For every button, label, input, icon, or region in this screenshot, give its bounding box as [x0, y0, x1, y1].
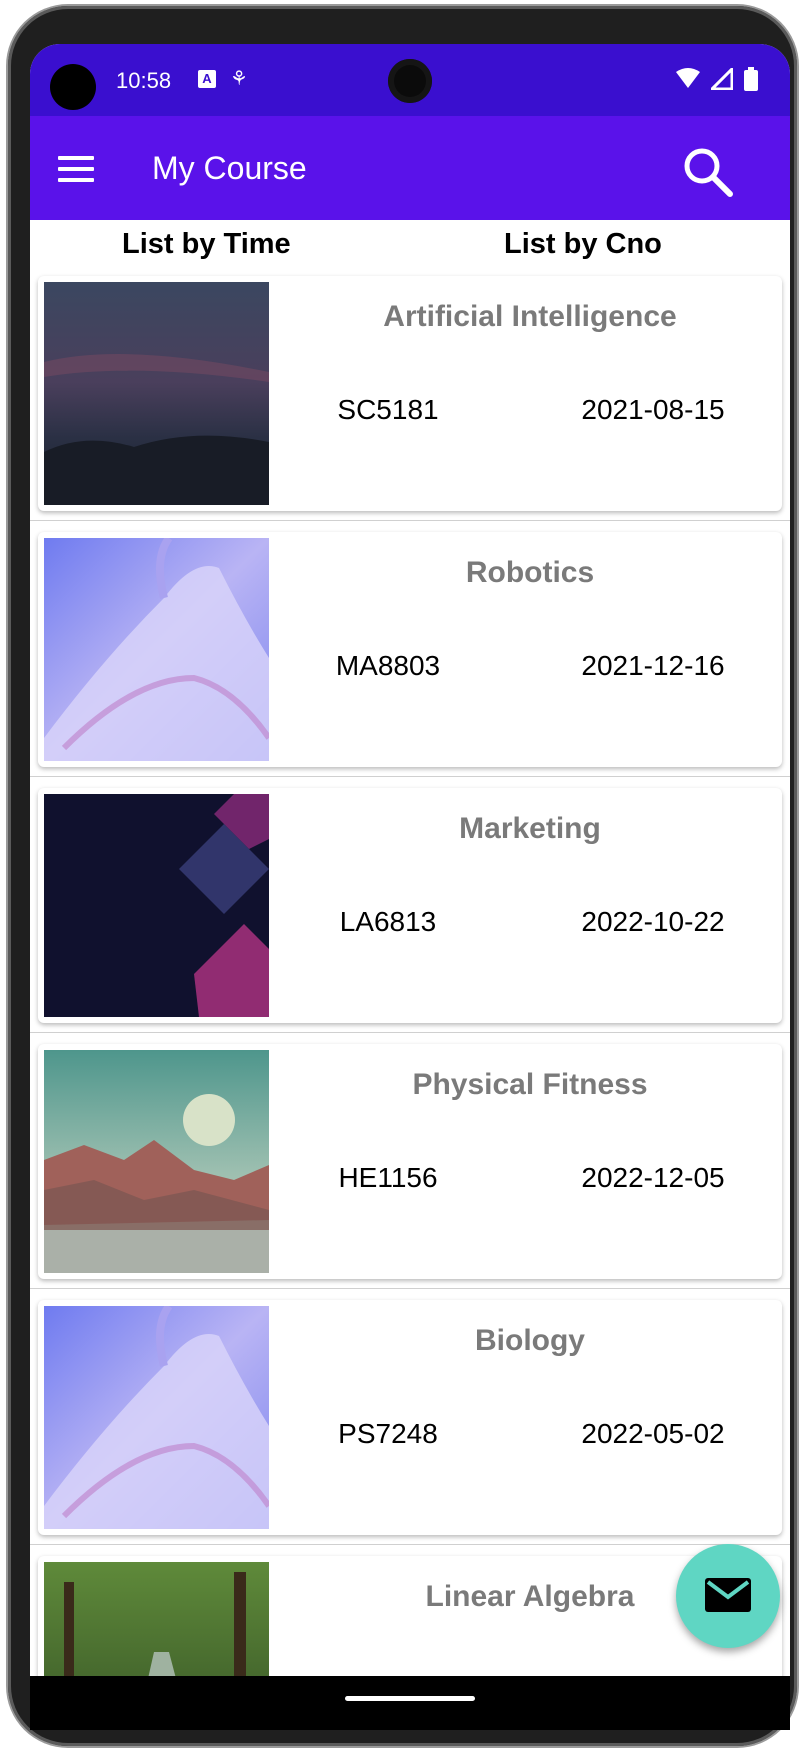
course-thumbnail [44, 538, 269, 761]
divider [30, 1032, 790, 1033]
course-date: 2022-12-05 [581, 1162, 725, 1193]
course-name: Marketing [459, 812, 601, 845]
divider [30, 1544, 790, 1545]
course-date: 2022-10-22 [581, 906, 725, 937]
course-number: SC5181 [337, 394, 439, 425]
notification-a-icon: A [198, 70, 216, 88]
course-date: 2022-05-02 [581, 1418, 725, 1449]
tab-list-by-time[interactable]: List by Time [122, 228, 291, 261]
status-right-icons [675, 64, 758, 92]
course-number: HE1156 [338, 1162, 438, 1193]
course-thumbnail [44, 282, 269, 505]
divider [30, 520, 790, 521]
home-gesture-bar[interactable] [345, 1696, 475, 1701]
mail-icon [705, 1578, 751, 1612]
course-number: PS7248 [338, 1418, 438, 1449]
course-date: 2021-08-15 [581, 394, 725, 425]
course-card[interactable]: Linear Algebra [38, 1556, 782, 1676]
course-number: MA8803 [335, 650, 441, 681]
course-thumbnail [44, 1050, 269, 1273]
course-number: LA6813 [339, 906, 437, 937]
search-icon[interactable] [680, 144, 736, 200]
course-card[interactable]: Marketing LA6813 2022-10-22 [38, 788, 782, 1023]
punch-hole-camera-icon [388, 59, 432, 103]
screen: 10:58 A ⚘ My Course List by Time List by… [30, 44, 790, 1676]
course-card[interactable]: Physical Fitness HE1156 2022-12-05 [38, 1044, 782, 1279]
course-name: Robotics [465, 556, 595, 589]
navigation-bar [30, 1676, 790, 1730]
battery-icon [744, 66, 758, 91]
course-card[interactable]: Robotics MA8803 2021-12-16 [38, 532, 782, 767]
compose-mail-button[interactable] [676, 1544, 780, 1648]
divider [30, 776, 790, 777]
course-thumbnail [44, 1306, 269, 1529]
app-bar: My Course [30, 116, 790, 220]
course-name: Biology [475, 1324, 585, 1357]
hamburger-menu-icon[interactable] [58, 156, 94, 182]
list-tabs: List by Time List by Cno [30, 220, 790, 274]
signal-icon [708, 65, 734, 91]
course-thumbnail [44, 1562, 269, 1676]
accessibility-icon: ⚘ [230, 68, 248, 90]
tab-list-by-cno[interactable]: List by Cno [504, 228, 662, 261]
course-name: Physical Fitness [412, 1068, 648, 1101]
course-thumbnail [44, 794, 269, 1017]
status-time: 10:58 [116, 68, 172, 93]
course-card[interactable]: Biology PS7248 2022-05-02 [38, 1300, 782, 1535]
course-card[interactable]: Artificial Intelligence SC5181 2021-08-1… [38, 276, 782, 511]
course-date: 2021-12-16 [581, 650, 725, 681]
divider [30, 1288, 790, 1289]
page-title: My Course [152, 150, 307, 186]
course-name: Artificial Intelligence [383, 300, 677, 333]
wifi-icon [675, 67, 700, 88]
status-bar: 10:58 A ⚘ [30, 44, 790, 116]
front-camera-icon [50, 64, 96, 110]
